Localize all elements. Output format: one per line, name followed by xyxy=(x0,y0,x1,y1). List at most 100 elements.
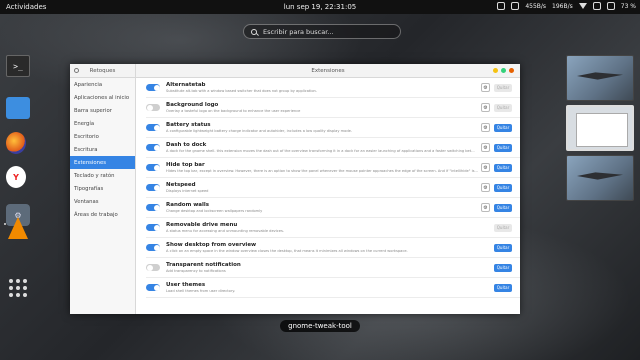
settings-gear-icon[interactable]: ⚙ xyxy=(481,103,490,112)
remove-button[interactable]: Quitar xyxy=(494,243,512,252)
extension-row: Random walls Change desktop and lockscree… xyxy=(146,198,520,218)
extension-name: Hide top bar xyxy=(166,162,205,168)
remove-button[interactable]: Quitar xyxy=(494,183,512,192)
extension-toggle[interactable] xyxy=(146,264,160,271)
extension-row: Show desktop from overview A click on an … xyxy=(146,238,520,258)
vlc-launcher[interactable] xyxy=(8,217,28,239)
system-tray: 455B/s 196B/s 73 % xyxy=(497,2,636,10)
wifi-icon[interactable] xyxy=(578,3,587,9)
sidebar-item[interactable]: Áreas de trabajo xyxy=(70,208,135,221)
extension-name: User themes xyxy=(166,282,206,288)
net-download-speed: 455B/s xyxy=(525,2,547,10)
settings-gear-icon[interactable]: ⚙ xyxy=(481,183,490,192)
sidebar-item[interactable]: Extensiones xyxy=(70,156,135,169)
sidebar-item[interactable]: Aplicaciones al inicio xyxy=(70,91,135,104)
settings-gear-icon[interactable]: ⚙ xyxy=(481,123,490,132)
minimize-button[interactable] xyxy=(493,68,498,73)
remove-button[interactable]: Quitar xyxy=(494,83,512,92)
sidebar-item[interactable]: Escritorio xyxy=(70,130,135,143)
search-icon xyxy=(251,28,257,35)
sidebar-header: Retoques xyxy=(89,67,116,74)
extension-row: Removable drive menu A status menu for ac… xyxy=(146,218,520,238)
show-apps-button[interactable] xyxy=(6,277,30,299)
extension-description: A configurable lightweight battery charg… xyxy=(166,129,352,133)
maximize-button[interactable] xyxy=(501,68,506,73)
camera-icon[interactable] xyxy=(497,2,506,10)
extension-row: Transparent notification Add transparency… xyxy=(146,258,520,278)
remove-button[interactable]: Quitar xyxy=(494,223,512,232)
settings-gear-icon[interactable]: ⚙ xyxy=(481,203,490,212)
workspace-thumbnail-2[interactable] xyxy=(566,105,634,151)
settings-gear-icon[interactable]: ⚙ xyxy=(481,143,490,152)
extension-toggle[interactable] xyxy=(146,244,160,251)
extension-row: Netspeed Displays internet speed ⚙ Quitar xyxy=(146,178,520,198)
sidebar-item[interactable]: Teclado y ratón xyxy=(70,169,135,182)
sidebar-item[interactable]: Ventanas xyxy=(70,195,135,208)
sidebar-item[interactable]: Barra superior xyxy=(70,104,135,117)
extension-toggle[interactable] xyxy=(146,204,160,211)
extension-toggle[interactable] xyxy=(146,144,160,151)
sidebar-item[interactable]: Escritura xyxy=(70,143,135,156)
jet-wallpaper xyxy=(577,172,623,180)
clipboard-icon[interactable] xyxy=(511,2,520,10)
extension-toggle[interactable] xyxy=(146,124,160,131)
extension-name: Random walls xyxy=(166,202,210,208)
activities-button[interactable]: Actividades xyxy=(0,3,70,11)
remove-button[interactable]: Quitar xyxy=(494,203,512,212)
remove-button[interactable]: Quitar xyxy=(494,103,512,112)
extension-toggle[interactable] xyxy=(146,104,160,111)
volume-icon[interactable] xyxy=(592,2,601,10)
terminal-launcher[interactable]: >_ xyxy=(6,55,30,77)
extension-toggle[interactable] xyxy=(146,84,160,91)
extension-description: Add transparency to notifications xyxy=(166,269,226,273)
extension-row: Alternatetab Substitute alt-tab with a wi… xyxy=(146,78,520,98)
sidebar-item[interactable]: Apariencia xyxy=(70,78,135,91)
extension-row: Battery status A configurable lightweight… xyxy=(146,118,520,138)
extension-toggle[interactable] xyxy=(146,224,160,231)
battery-percent[interactable]: 73 % xyxy=(621,3,636,10)
settings-gear-icon[interactable]: ⚙ xyxy=(481,163,490,172)
extension-row: Background logo Overlay a tasteful logo o… xyxy=(146,98,520,118)
close-button[interactable] xyxy=(509,68,514,73)
extension-toggle[interactable] xyxy=(146,284,160,291)
extension-row: Dash to dock A dock for the gnome shell. … xyxy=(146,138,520,158)
jet-wallpaper xyxy=(577,72,623,80)
extensions-list: Alternatetab Substitute alt-tab with a wi… xyxy=(136,78,520,314)
search-icon[interactable] xyxy=(74,68,79,73)
remove-button[interactable]: Quitar xyxy=(494,163,512,172)
remove-button[interactable]: Quitar xyxy=(494,263,512,272)
search-placeholder: Escribir para buscar... xyxy=(263,27,334,36)
yandex-icon: Y xyxy=(13,172,19,182)
extension-row: Hide top bar Hides the top bar, except in… xyxy=(146,158,520,178)
extension-description: Change desktop and lockscreen wallpapers… xyxy=(166,209,263,213)
extension-toggle[interactable] xyxy=(146,184,160,191)
extension-name: Alternatetab xyxy=(166,82,206,88)
extension-row: User themes Load shell themes from user d… xyxy=(146,278,520,298)
top-bar: Actividades lun sep 19, 22:31:05 455B/s … xyxy=(0,0,640,14)
extension-name: Battery status xyxy=(166,122,211,128)
yandex-browser-launcher[interactable]: Y xyxy=(6,166,26,188)
net-upload-speed: 196B/s xyxy=(552,2,573,10)
workspace-thumbnail-1[interactable] xyxy=(566,55,634,101)
remove-button[interactable]: Quitar xyxy=(494,143,512,152)
workspace-thumbnail-3[interactable] xyxy=(566,155,634,201)
settings-gear-icon[interactable]: ⚙ xyxy=(481,83,490,92)
window-thumbnail xyxy=(576,113,628,147)
sidebar: Apariencia Aplicaciones al inicio Barra su… xyxy=(70,78,136,314)
battery-icon[interactable] xyxy=(606,2,615,10)
tweak-tool-window[interactable]: Retoques Extensiones Apariencia Aplicacio… xyxy=(70,64,520,314)
extension-toggle[interactable] xyxy=(146,164,160,171)
extension-name: Background logo xyxy=(166,102,219,108)
firefox-launcher[interactable] xyxy=(6,132,26,154)
extension-name: Netspeed xyxy=(166,182,196,188)
extension-name: Show desktop from overview xyxy=(166,242,257,248)
clock[interactable]: lun sep 19, 22:31:05 xyxy=(284,3,356,11)
files-launcher[interactable] xyxy=(6,97,30,119)
remove-button[interactable]: Quitar xyxy=(494,283,512,292)
remove-button[interactable]: Quitar xyxy=(494,123,512,132)
sidebar-item[interactable]: Tipografías xyxy=(70,182,135,195)
search-input[interactable]: Escribir para buscar... xyxy=(243,24,401,39)
sidebar-item[interactable]: Energía xyxy=(70,117,135,130)
extension-description: Overlay a tasteful logo on the backgroun… xyxy=(166,109,301,113)
apps-grid-icon xyxy=(9,279,27,297)
